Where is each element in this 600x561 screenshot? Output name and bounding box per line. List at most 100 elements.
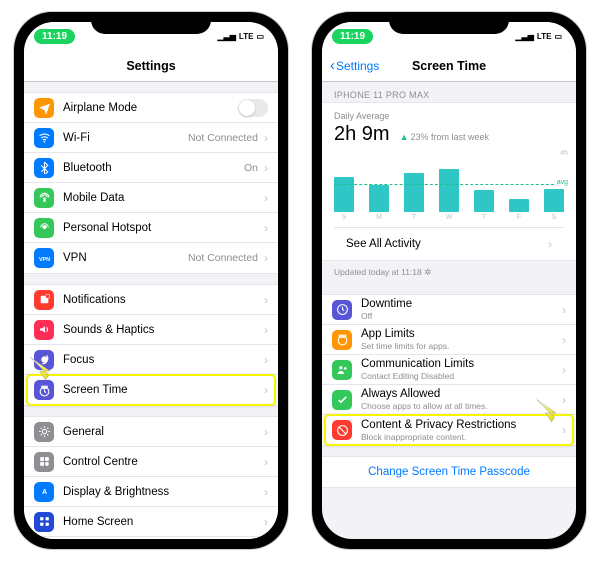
settings-row-controlcentre[interactable]: Control Centre › <box>24 447 278 477</box>
chart-bar <box>509 199 529 213</box>
ymax-label: 4h <box>560 150 568 157</box>
chevron-right-icon: › <box>264 323 268 337</box>
chevron-right-icon: › <box>562 393 566 407</box>
row-label: Notifications <box>63 294 258 306</box>
row-content-privacy[interactable]: Content & Privacy RestrictionsBlock inap… <box>322 415 576 445</box>
settings-row-hotspot[interactable]: Personal Hotspot › <box>24 213 278 243</box>
row-downtime[interactable]: DowntimeOff › <box>322 295 576 325</box>
day-label: T <box>474 214 494 221</box>
chevron-right-icon: › <box>264 161 268 175</box>
chevron-right-icon: › <box>264 455 268 469</box>
hotspot-icon <box>34 218 54 238</box>
row-label: VPN <box>63 252 188 264</box>
chevron-right-icon: › <box>264 221 268 235</box>
commlimits-icon <box>332 360 352 380</box>
row-label: App Limits <box>361 328 556 340</box>
bluetooth-icon <box>34 158 54 178</box>
chevron-right-icon: › <box>562 423 566 437</box>
settings-row-accessibility[interactable]: Accessibility› <box>24 537 278 539</box>
settings-row-wifi[interactable]: Wi-FiNot Connected› <box>24 123 278 153</box>
vpn-icon: VPN <box>34 248 54 268</box>
chevron-right-icon: › <box>264 191 268 205</box>
avg-line <box>334 184 564 185</box>
usage-chart: avg 4h <box>334 152 564 212</box>
page-title: Screen Time <box>412 59 486 73</box>
phone-right: 11:19 ▁▃▅ LTE ▭ ‹ Settings Screen Time I… <box>312 12 586 549</box>
airplane-icon <box>34 98 54 118</box>
day-label: W <box>439 214 459 221</box>
see-all-label: See All Activity <box>346 238 421 250</box>
chart-bar <box>544 189 564 212</box>
chevron-right-icon: › <box>562 333 566 347</box>
status-time-pill: 11:19 <box>332 29 373 44</box>
settings-row-focus[interactable]: Focus› <box>24 345 278 375</box>
chevron-right-icon: › <box>264 293 268 307</box>
row-label: Always Allowed <box>361 388 556 400</box>
notch <box>389 12 509 34</box>
wifi-icon <box>34 128 54 148</box>
settings-row-screentime[interactable]: Screen Time› <box>24 375 278 405</box>
status-time-pill: 11:19 <box>34 29 75 44</box>
settings-row-sounds[interactable]: Sounds & Haptics › <box>24 315 278 345</box>
content-left[interactable]: Airplane ModeWi-FiNot Connected›Bluetoot… <box>24 82 278 539</box>
settings-row-vpn[interactable]: VPNVPNNot Connected› <box>24 243 278 273</box>
chart-bar <box>334 177 354 212</box>
screentime-icon <box>34 380 54 400</box>
settings-row-notifications[interactable]: Notifications › <box>24 285 278 315</box>
chart-bar <box>404 173 424 212</box>
updated-label: Updated today at 11:18 ✲ <box>322 261 576 284</box>
row-label: Sounds & Haptics <box>63 324 258 336</box>
signal-icon: ▁▃▅ <box>515 32 533 41</box>
row-app-limits[interactable]: App LimitsSet time limits for apps. › <box>322 325 576 355</box>
sounds-icon <box>34 320 54 340</box>
settings-row-display[interactable]: A Display & Brightness › <box>24 477 278 507</box>
applimits-icon <box>332 330 352 350</box>
settings-row-airplane[interactable]: Airplane Mode <box>24 93 278 123</box>
chevron-right-icon: › <box>264 383 268 397</box>
row-label: Display & Brightness <box>63 486 258 498</box>
change-passcode-button[interactable]: Change Screen Time Passcode <box>322 456 576 488</box>
battery-icon: ▭ <box>554 32 562 41</box>
row-label: Communication Limits <box>361 358 556 370</box>
svg-text:A: A <box>41 489 46 496</box>
chevron-left-icon: ‹ <box>330 57 335 74</box>
settings-row-general[interactable]: General› <box>24 417 278 447</box>
day-label: F <box>509 214 529 221</box>
chevron-right-icon: › <box>548 237 552 251</box>
svg-text:VPN: VPN <box>38 257 49 263</box>
row-label: Downtime <box>361 298 556 310</box>
spinner-icon: ✲ <box>424 267 431 277</box>
homescreen-icon <box>34 512 54 532</box>
chart-bar <box>439 169 459 212</box>
content-right[interactable]: IPHONE 11 PRO MAX Daily Average 2h 9m ▲ … <box>322 82 576 539</box>
settings-row-bluetooth[interactable]: BluetoothOn› <box>24 153 278 183</box>
row-label: Personal Hotspot <box>63 222 258 234</box>
daily-average-value: 2h 9m <box>334 123 390 146</box>
chart-bar <box>474 190 494 212</box>
see-all-activity-row[interactable]: See All Activity › <box>334 227 564 260</box>
chevron-right-icon: › <box>562 363 566 377</box>
screen-right: 11:19 ▁▃▅ LTE ▭ ‹ Settings Screen Time I… <box>322 22 576 539</box>
back-button[interactable]: ‹ Settings <box>330 57 379 74</box>
network-label: LTE <box>239 32 254 41</box>
settings-row-homescreen[interactable]: Home Screen› <box>24 507 278 537</box>
chevron-right-icon: › <box>264 425 268 439</box>
section-notifications: Notifications›Sounds & Haptics›Focus›Scr… <box>24 284 278 406</box>
settings-row-mobiledata[interactable]: Mobile Data› <box>24 183 278 213</box>
network-label: LTE <box>537 32 552 41</box>
row-communication-limits[interactable]: Communication LimitsContact Editing Disa… <box>322 355 576 385</box>
contentprivacy-icon <box>332 420 352 440</box>
screen-left: 11:19 ▁▃▅ LTE ▭ Settings Airplane ModeWi… <box>24 22 278 539</box>
row-label: Focus <box>63 354 258 366</box>
toggle-switch[interactable] <box>238 99 268 117</box>
mobiledata-icon <box>34 188 54 208</box>
row-label: Control Centre <box>63 456 258 468</box>
chart-bar <box>369 185 389 212</box>
battery-icon: ▭ <box>256 32 264 41</box>
chevron-right-icon: › <box>264 485 268 499</box>
chevron-right-icon: › <box>264 251 268 265</box>
avg-label: avg <box>555 179 570 186</box>
notch <box>91 12 211 34</box>
row-subtitle: Contact Editing Disabled <box>361 371 556 381</box>
device-label: IPHONE 11 PRO MAX <box>322 82 576 102</box>
